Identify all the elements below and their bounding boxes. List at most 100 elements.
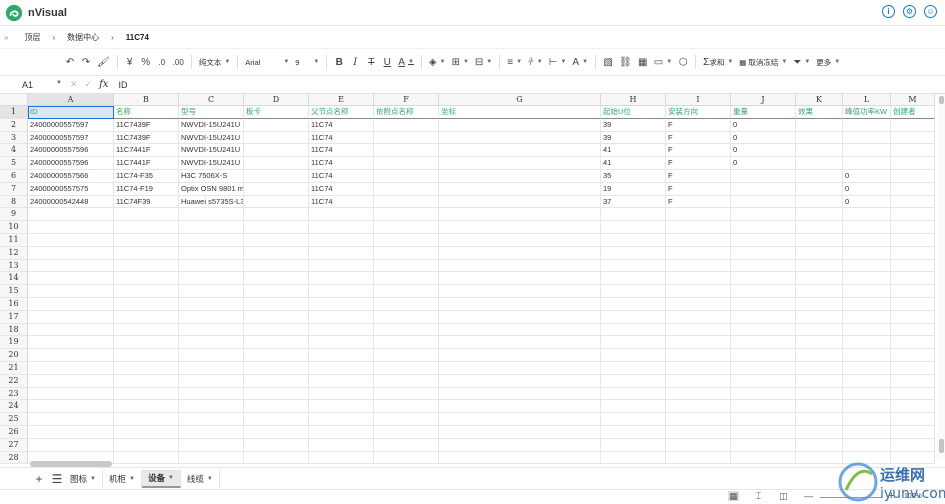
empty-cell[interactable]	[796, 349, 843, 362]
empty-cell[interactable]	[114, 387, 179, 401]
row-header[interactable]: 26	[0, 426, 28, 439]
empty-cell[interactable]	[309, 259, 374, 273]
empty-cell[interactable]	[114, 246, 179, 260]
empty-cell[interactable]	[796, 298, 843, 311]
table-cell[interactable]	[843, 118, 891, 132]
empty-cell[interactable]	[309, 298, 374, 311]
empty-cell[interactable]	[439, 234, 601, 247]
percent-icon[interactable]: %	[138, 52, 154, 72]
table-cell[interactable]	[439, 157, 601, 170]
column-header[interactable]: H	[601, 94, 666, 106]
column-header[interactable]: M	[891, 94, 935, 106]
empty-cell[interactable]	[309, 362, 374, 375]
empty-cell[interactable]	[796, 438, 843, 452]
empty-cell[interactable]	[114, 234, 179, 247]
empty-cell[interactable]	[843, 246, 891, 260]
table-cell[interactable]	[374, 118, 439, 132]
empty-cell[interactable]	[28, 272, 114, 286]
sheet-tab-cabinets[interactable]: 机柜 ▼	[103, 469, 142, 488]
table-cell[interactable]: 24000000557566	[28, 170, 114, 183]
table-cell[interactable]	[731, 170, 796, 183]
table-cell[interactable]: NWVDI-15U241U	[179, 157, 244, 170]
table-cell[interactable]	[439, 182, 601, 196]
empty-cell[interactable]	[796, 400, 843, 414]
empty-cell[interactable]	[843, 298, 891, 311]
header-cell[interactable]: 重量	[731, 106, 796, 119]
empty-cell[interactable]	[666, 400, 731, 414]
header-cell[interactable]: 依附点名称	[374, 106, 439, 119]
table-cell[interactable]: Huawei s5735S-L3	[179, 195, 244, 209]
empty-cell[interactable]	[891, 285, 935, 298]
empty-cell[interactable]	[439, 298, 601, 311]
table-cell[interactable]	[374, 170, 439, 183]
table-cell[interactable]	[796, 144, 843, 158]
empty-cell[interactable]	[666, 336, 731, 350]
sheet-list-icon[interactable]: ☰	[50, 472, 64, 486]
underline-icon[interactable]: U	[379, 52, 395, 72]
empty-cell[interactable]	[374, 221, 439, 234]
table-cell[interactable]	[891, 131, 935, 145]
row-header[interactable]: 20	[0, 349, 28, 362]
empty-cell[interactable]	[374, 426, 439, 439]
table-cell[interactable]: 11C74	[309, 182, 374, 196]
table-cell[interactable]: 24000000557597	[28, 131, 114, 145]
table-cell[interactable]: 24000000557575	[28, 182, 114, 196]
row-header[interactable]: 6	[0, 170, 28, 183]
table-cell[interactable]: NWVDI-15U241U	[179, 131, 244, 145]
empty-cell[interactable]	[309, 426, 374, 439]
empty-cell[interactable]	[179, 387, 244, 401]
empty-cell[interactable]	[891, 362, 935, 375]
empty-cell[interactable]	[244, 310, 309, 324]
empty-cell[interactable]	[179, 336, 244, 350]
sheet-tab-cables[interactable]: 线缆 ▼	[181, 469, 220, 488]
empty-cell[interactable]	[114, 221, 179, 234]
empty-cell[interactable]	[666, 362, 731, 375]
empty-cell[interactable]	[179, 221, 244, 234]
column-header[interactable]: A	[28, 94, 114, 106]
table-cell[interactable]	[796, 157, 843, 170]
empty-cell[interactable]	[179, 451, 244, 465]
table-cell[interactable]: 11C74	[309, 157, 374, 170]
empty-cell[interactable]	[843, 374, 891, 388]
empty-cell[interactable]	[374, 208, 439, 222]
empty-cell[interactable]	[244, 400, 309, 414]
empty-cell[interactable]	[601, 336, 666, 350]
vertical-align-icon[interactable]: ⫩ ▼	[525, 52, 546, 72]
table-cell[interactable]: 11C74	[309, 131, 374, 145]
formula-input[interactable]: ID	[118, 80, 127, 90]
column-header[interactable]: F	[374, 94, 439, 106]
empty-cell[interactable]	[114, 362, 179, 375]
empty-cell[interactable]	[374, 451, 439, 465]
table-cell[interactable]: 11C74F39	[114, 195, 179, 209]
empty-cell[interactable]	[114, 349, 179, 362]
empty-cell[interactable]	[28, 374, 114, 388]
text-wrap-icon[interactable]: ⊢ ▼	[546, 52, 570, 72]
empty-cell[interactable]	[601, 362, 666, 375]
empty-cell[interactable]	[796, 374, 843, 388]
empty-cell[interactable]	[843, 426, 891, 439]
table-cell[interactable]	[796, 118, 843, 132]
empty-cell[interactable]	[731, 221, 796, 234]
empty-cell[interactable]	[374, 387, 439, 401]
empty-cell[interactable]	[891, 387, 935, 401]
empty-cell[interactable]	[244, 246, 309, 260]
normal-view-icon[interactable]: ▦	[728, 491, 739, 501]
empty-cell[interactable]	[601, 259, 666, 273]
strikethrough-icon[interactable]: T	[363, 52, 379, 72]
table-cell[interactable]	[731, 195, 796, 209]
empty-cell[interactable]	[114, 374, 179, 388]
empty-cell[interactable]	[731, 246, 796, 260]
empty-cell[interactable]	[28, 285, 114, 298]
empty-cell[interactable]	[891, 208, 935, 222]
empty-cell[interactable]	[666, 298, 731, 311]
table-cell[interactable]: F	[666, 170, 731, 183]
row-header[interactable]: 22	[0, 374, 28, 388]
table-cell[interactable]	[244, 170, 309, 183]
empty-cell[interactable]	[731, 413, 796, 426]
empty-cell[interactable]	[666, 272, 731, 286]
insert-link-icon[interactable]: ⛓	[616, 52, 635, 72]
empty-cell[interactable]	[843, 413, 891, 426]
empty-cell[interactable]	[796, 310, 843, 324]
header-cell[interactable]: ID	[28, 106, 114, 119]
table-cell[interactable]	[374, 182, 439, 196]
